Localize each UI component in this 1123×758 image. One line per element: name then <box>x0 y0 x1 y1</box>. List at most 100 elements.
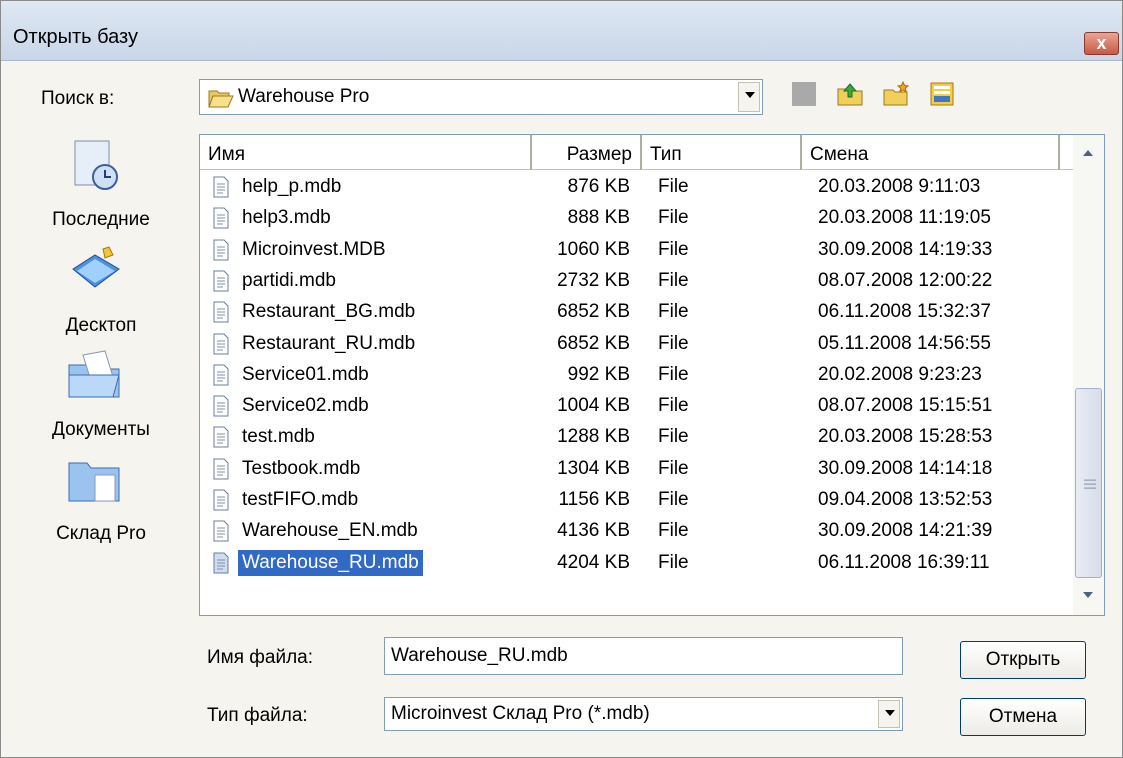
open-button[interactable]: Открыть <box>960 641 1086 679</box>
file-row[interactable]: Service02.mdb 1004 KB File 08.07.2008 15:15… <box>200 390 1070 421</box>
file-name: Warehouse_EN.mdb <box>242 520 418 542</box>
recent-icon <box>74 140 118 190</box>
file-type: File <box>658 489 689 510</box>
file-size: 6852 KB <box>557 301 630 323</box>
file-modified: 20.03.2008 15:28:53 <box>818 426 993 448</box>
file-type: File <box>658 269 689 291</box>
file-row[interactable]: testFIFO.mdb 1156 KB File 09.04.2008 13:52:… <box>200 484 1070 515</box>
file-size: 876 KB <box>567 176 630 197</box>
filetype-combo[interactable]: Microinvest Склад Pro (*.mdb) <box>384 697 903 731</box>
folder-icon <box>68 462 120 502</box>
scroll-down-icon[interactable] <box>1073 581 1104 611</box>
place-label: Десктоп <box>65 315 137 336</box>
filename-field[interactable]: Warehouse_RU.mdb <box>384 637 903 675</box>
cancel-button[interactable]: Отмена <box>960 698 1086 736</box>
file-row[interactable]: Microinvest.MDB 1060 KB File 30.09.2008 14:… <box>200 234 1070 265</box>
file-icon <box>213 176 229 198</box>
file-size: 1004 KB <box>557 395 630 417</box>
column-header-name[interactable]: Имя <box>200 135 532 170</box>
file-row[interactable]: Warehouse_EN.mdb 4136 KB File 30.09.2008 14… <box>200 515 1070 546</box>
file-row[interactable]: Service01.mdb 992 KB File 20.02.2008 9:23:2… <box>200 359 1070 390</box>
chevron-down-icon[interactable] <box>878 700 900 728</box>
file-icon <box>213 552 229 574</box>
place-recent[interactable]: Последние <box>31 129 171 230</box>
documents-icon <box>68 350 120 398</box>
filetype-label: Тип файла: <box>207 705 308 726</box>
scroll-thumb[interactable]: ― ― ― <box>1075 388 1102 578</box>
column-header-size[interactable]: Размер <box>532 135 642 170</box>
file-type: File <box>658 238 689 260</box>
close-icon: x <box>1096 33 1107 53</box>
file-name: Service02.mdb <box>242 395 369 417</box>
file-name: Warehouse_RU.mdb <box>238 549 423 576</box>
place-desktop[interactable]: Десктоп <box>31 235 171 336</box>
file-icon <box>213 364 229 386</box>
file-type: File <box>658 176 689 197</box>
desktop-icon <box>72 246 120 288</box>
place-label: Документы <box>52 419 150 440</box>
file-modified: 30.09.2008 14:14:18 <box>818 457 993 479</box>
grip-icon: ― ― ― <box>1084 472 1096 494</box>
view-menu-icon[interactable] <box>929 81 955 107</box>
file-modified: 06.11.2008 16:39:11 <box>818 551 990 573</box>
file-modified: 30.09.2008 14:21:39 <box>818 520 993 542</box>
file-name: Microinvest.MDB <box>242 238 386 260</box>
look-in-label: Поиск в: <box>41 88 115 109</box>
file-row[interactable]: partidi.mdb 2732 KB File 08.07.2008 12:00:2… <box>200 265 1070 296</box>
file-icon <box>213 270 229 292</box>
file-type: File <box>658 332 689 354</box>
title-bar[interactable]: Открыть базу x <box>1 1 1122 61</box>
column-header-type[interactable]: Тип <box>642 135 802 170</box>
file-row[interactable]: Restaurant_RU.mdb 6852 KB File 05.11.2008 1… <box>200 328 1070 359</box>
filename-value: Warehouse_RU.mdb <box>391 645 568 666</box>
file-row[interactable]: test.mdb 1288 KB File 20.03.2008 15:28:53 <box>200 421 1070 452</box>
file-row[interactable]: Warehouse_RU.mdb 4204 KB File 06.11.2008 16… <box>200 547 1070 578</box>
file-list[interactable]: Имя Размер Тип Смена help_p.mdb 876 KB Fil… <box>199 134 1105 616</box>
file-size: 1060 KB <box>557 238 630 260</box>
file-icon <box>213 333 229 354</box>
file-type: File <box>658 207 689 229</box>
back-icon[interactable] <box>791 81 817 107</box>
file-icon <box>213 489 229 511</box>
open-folder-icon <box>208 90 234 108</box>
file-size: 992 KB <box>567 363 630 385</box>
file-modified: 20.02.2008 9:23:23 <box>818 363 982 385</box>
file-size: 888 KB <box>567 207 630 229</box>
file-name: test.mdb <box>242 426 315 448</box>
new-folder-icon[interactable] <box>883 81 909 107</box>
look-in-combo[interactable]: Warehouse Pro <box>199 79 763 115</box>
file-type: File <box>658 395 689 417</box>
file-type: File <box>658 520 689 542</box>
scroll-up-icon[interactable] <box>1073 139 1104 169</box>
file-icon <box>213 301 229 323</box>
column-header-modified[interactable]: Смена <box>802 135 1060 170</box>
file-name: partidi.mdb <box>242 269 336 291</box>
file-modified: 08.07.2008 15:15:51 <box>818 395 993 417</box>
file-row[interactable]: help_p.mdb 876 KB File 20.03.2008 9:11:03 <box>200 171 1070 202</box>
open-database-dialog: Открыть базу x Поиск в: Warehouse Pro По… <box>0 0 1123 758</box>
up-folder-icon[interactable] <box>837 81 863 107</box>
vertical-scrollbar[interactable]: ― ― ― <box>1073 135 1104 615</box>
column-header: Имя Размер Тип Смена <box>200 135 1080 170</box>
file-size: 1288 KB <box>557 426 630 448</box>
chevron-down-icon[interactable] <box>738 82 760 112</box>
file-icon <box>213 207 229 229</box>
file-row[interactable]: Restaurant_BG.mdb 6852 KB File 06.11.2008 1… <box>200 296 1070 327</box>
close-button[interactable]: x <box>1084 32 1119 55</box>
file-size: 1156 KB <box>558 489 630 510</box>
file-size: 6852 KB <box>557 332 630 354</box>
file-type: File <box>658 301 689 323</box>
file-icon <box>213 395 229 417</box>
file-modified: 20.03.2008 11:19:05 <box>818 207 991 229</box>
file-row[interactable]: Testbook.mdb 1304 KB File 30.09.2008 14:14:… <box>200 453 1070 484</box>
file-size: 2732 KB <box>557 269 630 291</box>
file-name: Restaurant_RU.mdb <box>242 332 416 354</box>
place-sklad-pro[interactable]: Склад Pro <box>31 443 171 544</box>
place-label: Склад Pro <box>56 523 146 544</box>
file-icon <box>213 458 229 480</box>
place-documents[interactable]: Документы <box>31 339 171 440</box>
file-row[interactable]: help3.mdb 888 KB File 20.03.2008 11:19:05 <box>200 202 1070 233</box>
file-modified: 20.03.2008 9:11:03 <box>818 176 981 197</box>
file-type: File <box>658 363 689 385</box>
file-modified: 08.07.2008 12:00:22 <box>818 269 993 291</box>
